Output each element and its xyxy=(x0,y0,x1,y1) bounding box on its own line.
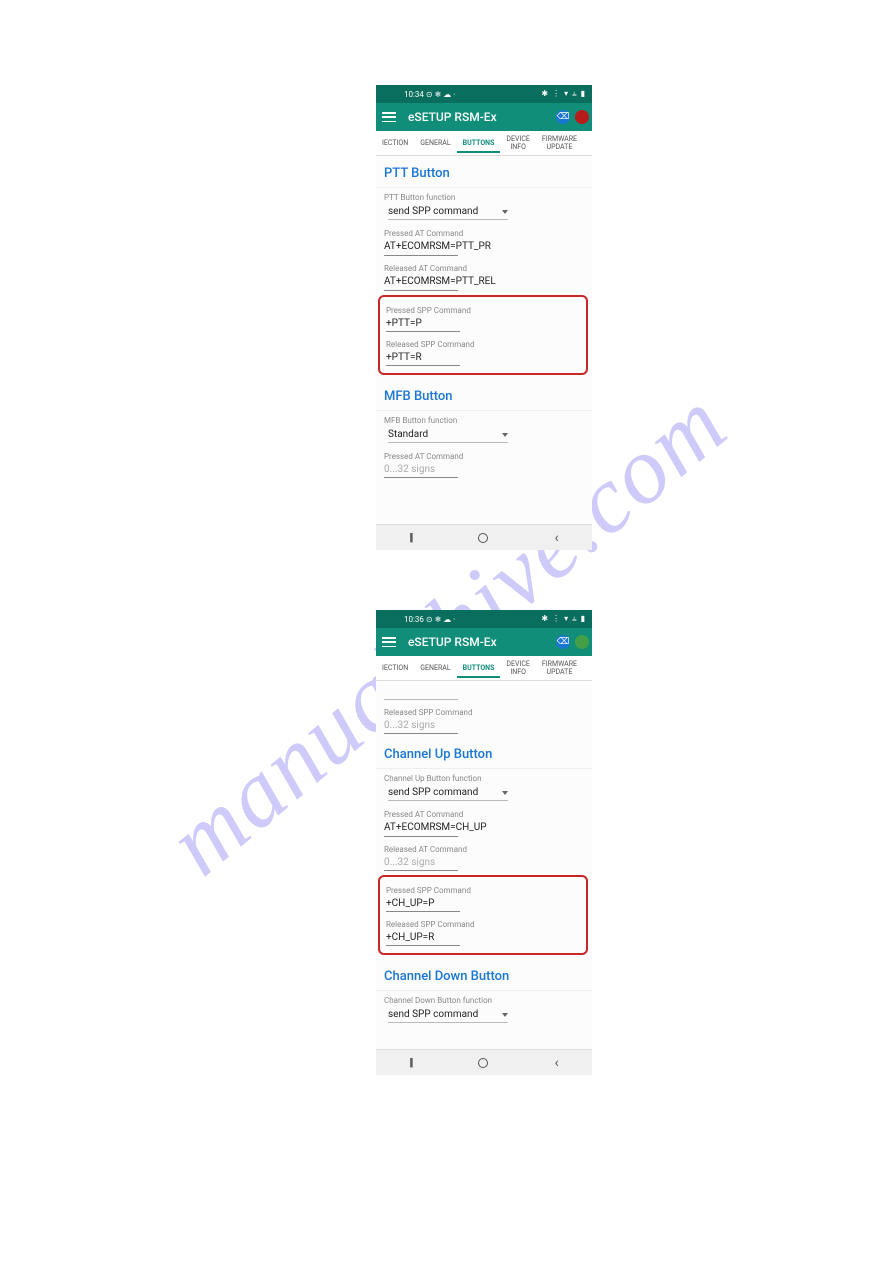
content-area[interactable]: Released SPP Command 0...32 signs Channe… xyxy=(376,681,592,1049)
content-area[interactable]: PTT Button PTT Button function send SPP … xyxy=(376,156,592,524)
prev-input-tail[interactable] xyxy=(384,686,458,700)
ptt-released-at-label: Released AT Command xyxy=(376,259,592,273)
tab-line: UPDATE xyxy=(542,143,577,151)
chup-pressed-spp-input[interactable]: +CH_UP=P xyxy=(386,896,460,912)
ptt-released-at-input[interactable]: AT+ECOMRSM=PTT_REL xyxy=(384,274,458,291)
screenshot-2: 10:36 ⊙ ❄ ☁ · ✱ ⋮ ▾ ⫨ ▮ eSETUP RSM-Ex ⌫ … xyxy=(376,610,592,1075)
ptt-pressed-at-input[interactable]: AT+ECOMRSM=PTT_PR xyxy=(384,239,458,256)
chdown-function-label: Channel Down Button function xyxy=(376,991,592,1005)
tab-line: UPDATE xyxy=(542,668,577,676)
app-bar: eSETUP RSM-Ex ⌫ xyxy=(376,103,592,131)
tab-connection[interactable]: IECTION xyxy=(376,139,414,147)
chup-released-spp-input[interactable]: +CH_UP=R xyxy=(386,930,460,946)
mfb-function-value: Standard xyxy=(388,429,428,440)
tab-connection[interactable]: IECTION xyxy=(376,664,414,672)
tab-line: DEVICE xyxy=(506,660,529,668)
status-bar: 10:36 ⊙ ❄ ☁ · ✱ ⋮ ▾ ⫨ ▮ xyxy=(376,610,592,628)
status-icons: ✱ ⋮ ▾ ⫨ ▮ xyxy=(455,614,586,624)
ptt-pressed-spp-label: Pressed SPP Command xyxy=(382,301,584,315)
mfb-function-label: MFB Button function xyxy=(376,411,592,425)
tab-firmware-update[interactable]: FIRMWARE UPDATE xyxy=(536,660,583,677)
mfb-pressed-at-label: Pressed AT Command xyxy=(376,447,592,461)
tab-bar: IECTION GENERAL BUTTONS DEVICE INFO FIRM… xyxy=(376,131,592,156)
ptt-function-value: send SPP command xyxy=(388,206,478,217)
highlight-chup-spp: Pressed SPP Command +CH_UP=P Released SP… xyxy=(378,875,588,955)
tab-buttons[interactable]: BUTTONS xyxy=(457,658,501,678)
chevron-down-icon xyxy=(502,791,508,795)
status-icons: ✱ ⋮ ▾ ⫨ ▮ xyxy=(455,89,586,99)
tab-general[interactable]: GENERAL xyxy=(414,139,456,147)
nav-bar: ||| xyxy=(376,1049,592,1075)
chup-pressed-spp-label: Pressed SPP Command xyxy=(382,881,584,895)
nav-back-icon[interactable] xyxy=(555,1055,559,1071)
chup-released-at-input[interactable]: 0...32 signs xyxy=(384,855,458,871)
nav-recent-icon[interactable]: ||| xyxy=(409,531,411,544)
chdown-section-title: Channel Down Button xyxy=(376,959,592,991)
tab-line: FIRMWARE xyxy=(542,660,577,668)
tab-line: INFO xyxy=(506,143,529,151)
ptt-released-spp-input[interactable]: +PTT=R xyxy=(386,350,460,366)
menu-icon[interactable] xyxy=(382,112,396,122)
chup-released-at-label: Released AT Command xyxy=(376,840,592,854)
connection-status-icon[interactable] xyxy=(575,635,589,649)
ptt-section-title: PTT Button xyxy=(376,156,592,188)
chup-pressed-at-input[interactable]: AT+ECOMRSM=CH_UP xyxy=(384,820,458,837)
ptt-function-label: PTT Button function xyxy=(376,188,592,202)
chdown-function-value: send SPP command xyxy=(388,1009,478,1020)
screenshot-1: 10:34 ⊙ ❄ ☁ · ✱ ⋮ ▾ ⫨ ▮ eSETUP RSM-Ex ⌫ … xyxy=(376,85,592,550)
chup-function-label: Channel Up Button function xyxy=(376,769,592,783)
mfb-section-title: MFB Button xyxy=(376,379,592,411)
app-title: eSETUP RSM-Ex xyxy=(408,635,497,649)
chup-section-title: Channel Up Button xyxy=(376,737,592,769)
mfb-pressed-at-input[interactable]: 0...32 signs xyxy=(384,462,458,478)
mfb-function-select[interactable]: Standard xyxy=(388,427,508,443)
tab-line: DEVICE xyxy=(506,135,529,143)
app-bar: eSETUP RSM-Ex ⌫ xyxy=(376,628,592,656)
ptt-released-spp-label: Released SPP Command xyxy=(382,335,584,349)
ptt-pressed-at-label: Pressed AT Command xyxy=(376,224,592,238)
tab-buttons[interactable]: BUTTONS xyxy=(457,133,501,153)
chup-function-select[interactable]: send SPP command xyxy=(388,785,508,801)
bluetooth-icon[interactable]: ⌫ xyxy=(556,110,570,124)
chup-pressed-at-label: Pressed AT Command xyxy=(376,805,592,819)
app-title: eSETUP RSM-Ex xyxy=(408,110,497,124)
menu-icon[interactable] xyxy=(382,637,396,647)
ptt-pressed-spp-input[interactable]: +PTT=P xyxy=(386,316,460,332)
chevron-down-icon xyxy=(502,433,508,437)
tab-line: INFO xyxy=(506,668,529,676)
nav-home-icon[interactable] xyxy=(478,1058,488,1068)
prev-released-spp-input[interactable]: 0...32 signs xyxy=(384,718,458,734)
ptt-function-select[interactable]: send SPP command xyxy=(388,204,508,220)
chdown-function-select[interactable]: send SPP command xyxy=(388,1007,508,1023)
chup-function-value: send SPP command xyxy=(388,787,478,798)
tab-device-info[interactable]: DEVICE INFO xyxy=(500,135,535,152)
prev-released-spp-label: Released SPP Command xyxy=(376,703,592,717)
chevron-down-icon xyxy=(502,210,508,214)
nav-recent-icon[interactable]: ||| xyxy=(409,1056,411,1069)
chup-released-spp-label: Released SPP Command xyxy=(382,915,584,929)
status-time: 10:36 ⊙ ❄ ☁ · xyxy=(404,615,455,624)
nav-bar: ||| xyxy=(376,524,592,550)
tab-device-info[interactable]: DEVICE INFO xyxy=(500,660,535,677)
status-time: 10:34 ⊙ ❄ ☁ · xyxy=(404,90,455,99)
chevron-down-icon xyxy=(502,1013,508,1017)
highlight-ptt-spp: Pressed SPP Command +PTT=P Released SPP … xyxy=(378,295,588,375)
tab-general[interactable]: GENERAL xyxy=(414,664,456,672)
bluetooth-icon[interactable]: ⌫ xyxy=(556,635,570,649)
tab-line: FIRMWARE xyxy=(542,135,577,143)
nav-back-icon[interactable] xyxy=(555,530,559,546)
tab-bar: IECTION GENERAL BUTTONS DEVICE INFO FIRM… xyxy=(376,656,592,681)
status-bar: 10:34 ⊙ ❄ ☁ · ✱ ⋮ ▾ ⫨ ▮ xyxy=(376,85,592,103)
connection-status-icon[interactable] xyxy=(575,110,589,124)
tab-firmware-update[interactable]: FIRMWARE UPDATE xyxy=(536,135,583,152)
nav-home-icon[interactable] xyxy=(478,533,488,543)
